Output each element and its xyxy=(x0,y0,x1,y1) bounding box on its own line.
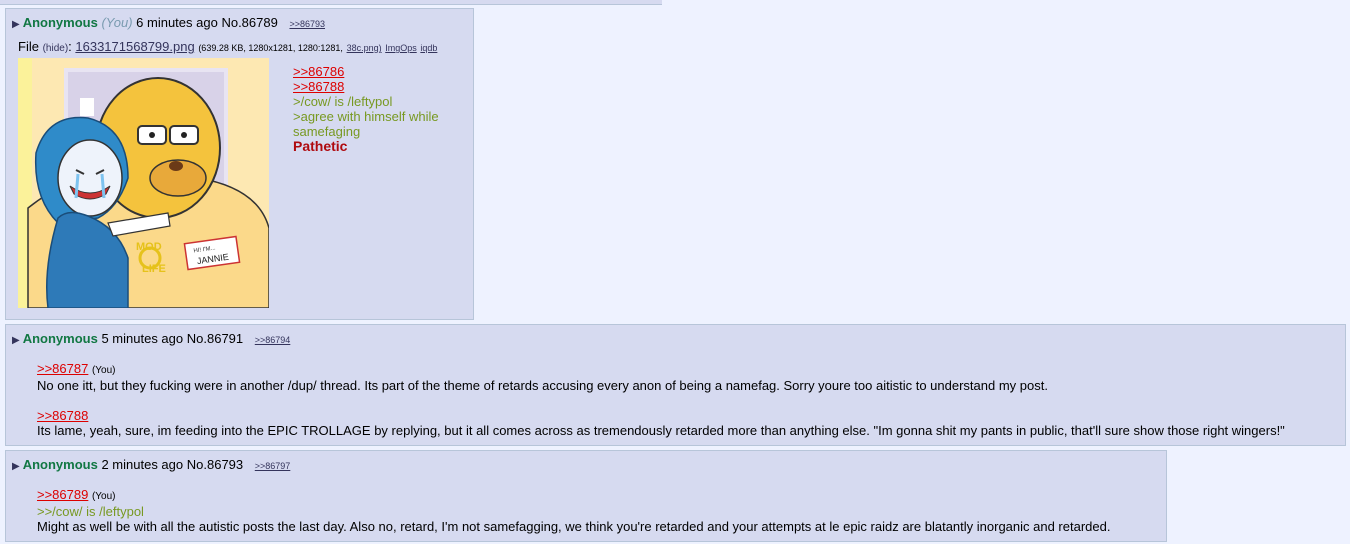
post-text: Its lame, yeah, sure, im feeding into th… xyxy=(37,423,1285,438)
file-info: File (hide): 1633171568799.png (639.28 K… xyxy=(18,39,438,54)
poster-name: Anonymous xyxy=(22,457,98,472)
image-text-life: LIFE xyxy=(142,263,166,275)
greentext-line: samefaging xyxy=(293,124,361,139)
post-menu-arrow-icon[interactable]: ▶ xyxy=(12,335,20,346)
imgops-link[interactable]: ImgOps xyxy=(385,43,417,53)
previous-post-edge xyxy=(0,0,662,5)
greentext-line: >/cow/ is /leftypol xyxy=(293,94,393,109)
you-tag: (You) xyxy=(91,365,116,376)
you-tag: (You) xyxy=(101,15,133,30)
file-name-link[interactable]: 1633171568799.png xyxy=(75,39,194,54)
post-message: >>86786 >>86788 >/cow/ is /leftypol >agr… xyxy=(293,64,439,154)
post-info: ▶ Anonymous 2 minutes ago No.86793 >>8679… xyxy=(12,457,290,475)
post-menu-arrow-icon[interactable]: ▶ xyxy=(12,461,20,472)
file-label: File xyxy=(18,39,39,54)
quote-link[interactable]: >>86786 xyxy=(293,64,344,79)
backlink[interactable]: >>86794 xyxy=(255,335,291,345)
quote-link[interactable]: >>86789 xyxy=(37,487,88,502)
post-message: >>86789 (You) >>/cow/ is /leftypol Might… xyxy=(37,487,1110,534)
greentext-line: >>/cow/ is /leftypol xyxy=(37,504,144,519)
post-number[interactable]: No.86789 xyxy=(221,15,277,30)
post-date: 6 minutes ago xyxy=(136,15,218,30)
post-number[interactable]: No.86793 xyxy=(187,457,243,472)
image-text-mod: MOD xyxy=(136,241,162,253)
quote-link[interactable]: >>86787 xyxy=(37,361,88,376)
post-date: 2 minutes ago xyxy=(101,457,184,472)
file-ext-link[interactable]: 38c.png) xyxy=(347,43,382,53)
post-menu-arrow-icon[interactable]: ▶ xyxy=(12,19,20,30)
backlink[interactable]: >>86797 xyxy=(255,461,291,471)
poster-name: Anonymous xyxy=(22,15,98,30)
iqdb-link[interactable]: iqdb xyxy=(420,43,437,53)
file-meta: (639.28 KB, 1280x1281, 1280:1281, xyxy=(198,43,343,53)
quote-link[interactable]: >>86788 xyxy=(37,408,88,423)
post-text: Might as well be with all the autistic p… xyxy=(37,519,1111,534)
red-text: Pathetic xyxy=(293,138,348,154)
post-text: No one itt, but they fucking were in ano… xyxy=(37,378,1048,393)
quote-link[interactable]: >>86788 xyxy=(293,79,344,94)
post-date: 5 minutes ago xyxy=(101,331,184,346)
post-86791: ▶ Anonymous 5 minutes ago No.86791 >>8679… xyxy=(5,324,1346,446)
post-message: >>86787 (You) No one itt, but they fucki… xyxy=(37,361,1285,438)
you-tag: (You) xyxy=(91,491,116,502)
post-image-thumbnail[interactable]: HI! I'M... JANNIE MOD LIFE xyxy=(18,58,269,308)
post-info: ▶ Anonymous (You) 6 minutes ago No.86789 … xyxy=(12,15,325,33)
greentext-line: >agree with himself while xyxy=(293,109,439,124)
post-86789: ▶ Anonymous (You) 6 minutes ago No.86789 … xyxy=(5,8,474,320)
post-86793: ▶ Anonymous 2 minutes ago No.86793 >>8679… xyxy=(5,450,1167,542)
poster-name: Anonymous xyxy=(22,331,98,346)
hide-file-link[interactable]: (hide) xyxy=(43,43,69,54)
backlink[interactable]: >>86793 xyxy=(289,19,325,29)
post-info: ▶ Anonymous 5 minutes ago No.86791 >>8679… xyxy=(12,331,290,349)
post-number[interactable]: No.86791 xyxy=(187,331,243,346)
